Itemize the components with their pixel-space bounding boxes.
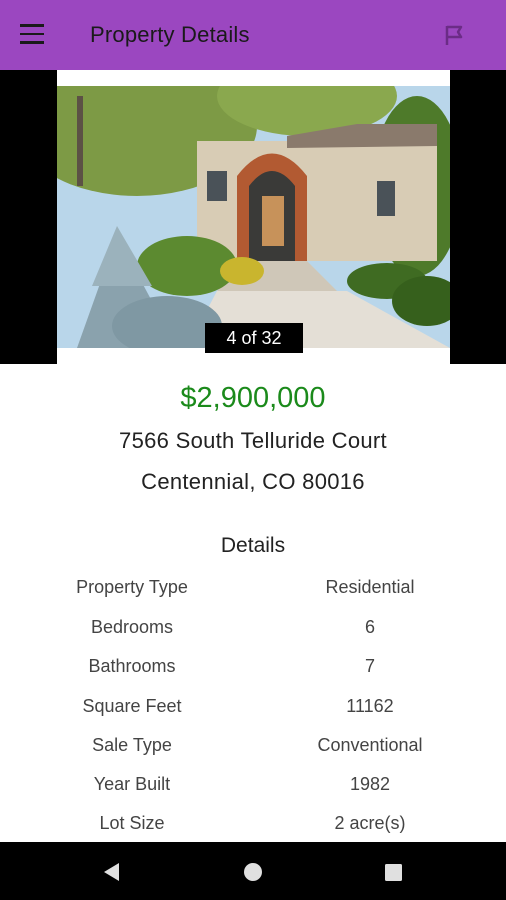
home-circle-icon — [244, 863, 262, 881]
detail-row-bedrooms: Bedrooms 6 — [0, 617, 506, 647]
house-image — [57, 86, 450, 348]
detail-value: 11162 — [346, 696, 394, 716]
detail-label: Year Built — [93, 774, 171, 794]
detail-label: Bathrooms — [88, 656, 176, 676]
detail-row-lot-size: Lot Size 2 acre(s) — [0, 813, 506, 843]
detail-row-bathrooms: Bathrooms 7 — [0, 656, 506, 686]
detail-value: 2 acre(s) — [334, 813, 406, 833]
photo-counter: 4 of 32 — [205, 323, 303, 353]
listing-price: $2,900,000 — [180, 382, 326, 414]
recents-button[interactable] — [381, 860, 405, 884]
property-photo[interactable] — [57, 70, 450, 364]
hamburger-menu-icon — [20, 24, 44, 27]
detail-row-square-feet: Square Feet 11162 — [0, 696, 506, 726]
recents-square-icon — [385, 864, 402, 881]
flag-button[interactable] — [444, 24, 466, 46]
detail-value: 6 — [364, 617, 375, 637]
page-title: Property Details — [90, 22, 250, 47]
back-button[interactable] — [100, 860, 124, 884]
details-heading: Details — [220, 534, 286, 557]
system-nav-bar — [0, 842, 506, 900]
address-line-2: Centennial, CO 80016 — [141, 469, 365, 494]
detail-value: 7 — [364, 656, 375, 676]
detail-row-sale-type: Sale Type Conventional — [0, 735, 506, 765]
photo-gallery[interactable]: 4 of 32 — [0, 70, 506, 364]
home-button[interactable] — [241, 860, 265, 884]
hamburger-menu-icon-line — [20, 32, 44, 35]
detail-row-property-type: Property Type Residential — [0, 577, 506, 607]
detail-label: Bedrooms — [90, 617, 174, 637]
detail-label: Lot Size — [99, 813, 165, 833]
detail-value: Residential — [325, 577, 415, 597]
address-line-1: 7566 South Telluride Court — [119, 428, 387, 453]
detail-label: Sale Type — [92, 735, 172, 755]
detail-row-year-built: Year Built 1982 — [0, 774, 506, 804]
detail-value: Conventional — [317, 735, 423, 755]
detail-label: Square Feet — [82, 696, 182, 716]
flag-icon — [445, 25, 463, 45]
back-triangle-icon — [104, 863, 119, 881]
hamburger-menu-icon-line — [20, 41, 44, 44]
menu-button[interactable] — [20, 24, 50, 46]
app-bar: Property Details — [0, 0, 506, 70]
detail-value: 1982 — [349, 774, 391, 794]
detail-label: Property Type — [76, 577, 188, 597]
